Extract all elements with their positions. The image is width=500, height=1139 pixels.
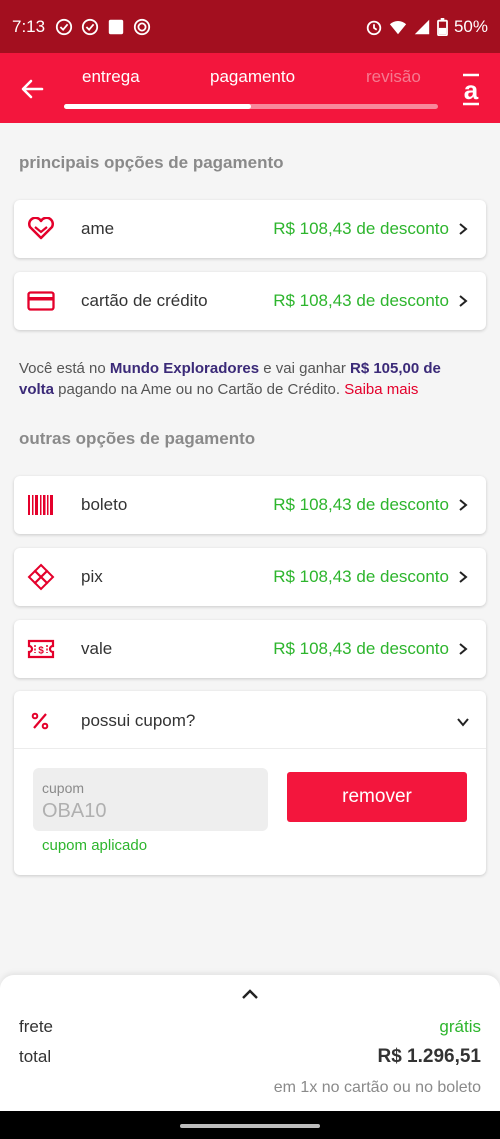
info-text-3: pagando na Ame ou no Cartão de Crédito.: [54, 381, 345, 398]
remove-coupon-button[interactable]: remover: [287, 772, 467, 822]
battery-percent: 50%: [453, 16, 488, 36]
step-revisao: revisão: [366, 67, 421, 86]
payment-option-vale[interactable]: $ vale R$ 108,43 de desconto: [14, 620, 486, 678]
voucher-icon: $: [26, 634, 56, 664]
barcode-icon: [26, 490, 56, 520]
coupon-status: cupom aplicado: [42, 837, 148, 854]
section-title-primary: principais opções de pagamento: [19, 153, 284, 172]
order-summary: frete grátis total R$ 1.296,51 em 1x no …: [0, 975, 500, 1111]
check-circle-icon: [81, 18, 99, 35]
coupon-card: possui cupom? cupom OBA10 remover cupom …: [14, 691, 486, 875]
coupon-input[interactable]: cupom OBA10: [33, 768, 268, 831]
coupon-field-value: OBA10: [42, 800, 107, 822]
saiba-mais-link[interactable]: Saiba mais: [344, 381, 418, 398]
home-gesture-handle[interactable]: [180, 1124, 320, 1128]
chevron-up-icon[interactable]: [238, 983, 262, 1007]
svg-text:$: $: [38, 646, 44, 657]
discount-text: R$ 108,43 de desconto: [273, 639, 449, 658]
payment-option-label: cartão de crédito: [81, 291, 208, 310]
discount-text: R$ 108,43 de desconto: [273, 219, 449, 238]
payment-option-credit-card[interactable]: cartão de crédito R$ 108,43 de desconto: [14, 272, 486, 330]
info-text-2: e vai ganhar: [259, 360, 350, 377]
discount-text: R$ 108,43 de desconto: [273, 291, 449, 310]
americanas-logo-icon[interactable]: a: [460, 69, 482, 107]
pix-icon: [26, 562, 56, 592]
total-label: total: [19, 1047, 52, 1066]
chevron-right-icon: [459, 571, 468, 583]
check-circle-icon: [55, 18, 73, 35]
battery-icon: [437, 17, 448, 36]
payment-option-boleto[interactable]: boleto R$ 108,43 de desconto: [14, 476, 486, 534]
chevron-right-icon: [459, 499, 468, 511]
ame-heart-icon: [26, 214, 56, 244]
payment-option-label: vale: [81, 639, 113, 658]
info-program: Mundo Exploradores: [109, 360, 260, 377]
system-nav-bar: [0, 1111, 500, 1139]
signal-icon: [414, 19, 430, 34]
chevron-right-icon: [459, 643, 468, 655]
svg-text:a: a: [464, 75, 479, 105]
chevron-right-icon: [459, 223, 468, 235]
coupon-toggle[interactable]: possui cupom?: [14, 691, 486, 749]
coupon-field-label: cupom: [42, 780, 85, 796]
payment-option-label: pix: [81, 567, 103, 586]
chevron-right-icon: [459, 295, 468, 307]
payment-option-label: ame: [81, 219, 115, 238]
square-icon: [108, 19, 124, 34]
progress-track: [64, 104, 438, 109]
chevron-down-icon: [457, 718, 469, 727]
total-note: em 1x no cartão ou no boleto: [273, 1079, 481, 1096]
target-icon: [133, 18, 151, 35]
arrow-left-icon[interactable]: [18, 75, 46, 103]
payment-option-pix[interactable]: pix R$ 108,43 de desconto: [14, 548, 486, 606]
checkout-header: entrega pagamento revisão a: [0, 53, 500, 123]
checkout-steps: entrega pagamento revisão: [64, 53, 438, 123]
step-pagamento[interactable]: pagamento: [210, 67, 295, 87]
discount-text: R$ 108,43 de desconto: [273, 495, 449, 514]
payment-option-ame[interactable]: ame R$ 108,43 de desconto: [14, 200, 486, 258]
cashback-info: Você está no Mundo Exploradores e vai ga…: [19, 358, 479, 400]
alarm-icon: [366, 20, 382, 35]
total-value: R$ 1.296,51: [377, 1046, 481, 1067]
progress-fill: [64, 104, 251, 109]
frete-value: grátis: [439, 1017, 481, 1036]
status-time: 7:13: [12, 16, 46, 36]
discount-text: R$ 108,43 de desconto: [273, 567, 449, 586]
step-entrega[interactable]: entrega: [82, 67, 140, 87]
info-text-1: Você está no: [19, 360, 110, 377]
coupon-title: possui cupom?: [81, 711, 196, 730]
frete-label: frete: [19, 1017, 54, 1036]
payment-option-label: boleto: [81, 495, 128, 514]
status-bar: 7:13 50%: [0, 0, 500, 53]
credit-card-icon: [26, 286, 56, 316]
percent-icon: [31, 712, 49, 730]
section-title-other: outras opções de pagamento: [19, 429, 256, 448]
wifi-icon: [389, 20, 407, 34]
